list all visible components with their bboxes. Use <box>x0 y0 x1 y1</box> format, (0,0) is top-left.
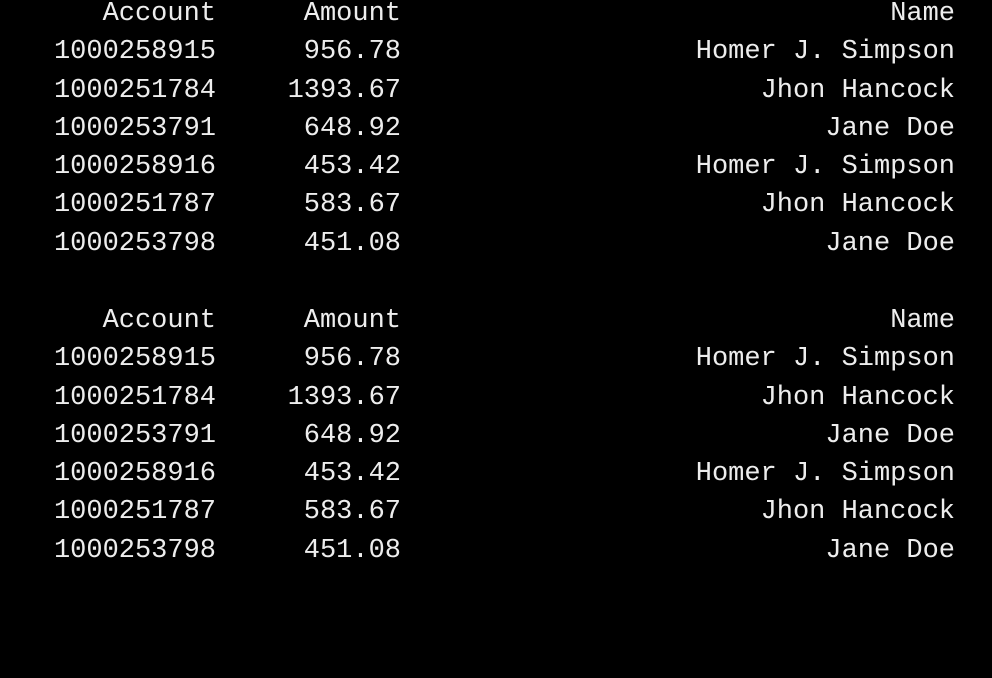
cell-account: 1000258916 <box>53 152 216 183</box>
cell-name: Jane Doe <box>825 535 955 566</box>
cell-account: 1000253798 <box>53 228 216 259</box>
table-row: 1000258916 453.42 Homer J. Simpson <box>0 153 992 191</box>
table-row: 1000253791 648.92 Jane Doe <box>0 422 992 460</box>
table-row: 1000258915 956.78 Homer J. Simpson <box>0 345 992 383</box>
cell-name: Jane Doe <box>825 228 955 259</box>
cell-account: 1000253791 <box>53 420 216 451</box>
cell-name: Jane Doe <box>825 420 955 451</box>
cell-amount: 583.67 <box>303 497 401 528</box>
dataframe-table: Account Amount Name 1000258915 956.78 Ho… <box>0 0 992 268</box>
cell-name: Jhon Hancock <box>760 497 955 528</box>
cell-account: 1000251787 <box>53 497 216 528</box>
header-name: Name <box>890 306 955 336</box>
table-row: 1000253798 451.08 Jane Doe <box>0 537 992 575</box>
table-row: 1000251784 1393.67 Jhon Hancock <box>0 384 992 422</box>
header-name: Name <box>890 0 955 29</box>
cell-name: Homer J. Simpson <box>695 152 955 183</box>
cell-name: Homer J. Simpson <box>695 459 955 490</box>
cell-account: 1000258915 <box>53 37 216 68</box>
cell-amount: 583.67 <box>303 190 401 221</box>
dataframe-table: Account Amount Name 1000258915 956.78 Ho… <box>0 307 992 575</box>
cell-amount: 451.08 <box>303 535 401 566</box>
table-row: 1000253791 648.92 Jane Doe <box>0 115 992 153</box>
header-account: Account <box>102 306 216 336</box>
table-row: 1000258916 453.42 Homer J. Simpson <box>0 460 992 498</box>
cell-account: 1000258915 <box>53 344 216 375</box>
table-row: 1000251787 583.67 Jhon Hancock <box>0 191 992 229</box>
cell-name: Homer J. Simpson <box>695 37 955 68</box>
cell-amount: 648.92 <box>303 420 401 451</box>
cell-name: Homer J. Simpson <box>695 344 955 375</box>
header-account: Account <box>102 0 216 29</box>
cell-account: 1000251784 <box>53 75 216 106</box>
cell-name: Jane Doe <box>825 113 955 144</box>
cell-account: 1000251784 <box>53 382 216 413</box>
cell-account: 1000253798 <box>53 535 216 566</box>
table-row: 1000253798 451.08 Jane Doe <box>0 230 992 268</box>
header-amount: Amount <box>303 306 401 336</box>
table-header-row: Account Amount Name <box>0 307 992 345</box>
cell-account: 1000258916 <box>53 459 216 490</box>
header-amount: Amount <box>303 0 401 29</box>
cell-account: 1000251787 <box>53 190 216 221</box>
table-header-row: Account Amount Name <box>0 0 992 38</box>
cell-amount: 453.42 <box>303 152 401 183</box>
cell-account: 1000253791 <box>53 113 216 144</box>
table-row: 1000251784 1393.67 Jhon Hancock <box>0 77 992 115</box>
cell-amount: 1393.67 <box>287 75 401 106</box>
table-row: 1000258915 956.78 Homer J. Simpson <box>0 38 992 76</box>
cell-amount: 1393.67 <box>287 382 401 413</box>
cell-amount: 451.08 <box>303 228 401 259</box>
cell-name: Jhon Hancock <box>760 190 955 221</box>
cell-amount: 956.78 <box>303 344 401 375</box>
cell-amount: 956.78 <box>303 37 401 68</box>
cell-amount: 648.92 <box>303 113 401 144</box>
console-output: Account Amount Name 1000258915 956.78 Ho… <box>0 0 992 594</box>
cell-name: Jhon Hancock <box>760 382 955 413</box>
cell-name: Jhon Hancock <box>760 75 955 106</box>
cell-amount: 453.42 <box>303 459 401 490</box>
table-row: 1000251787 583.67 Jhon Hancock <box>0 498 992 536</box>
